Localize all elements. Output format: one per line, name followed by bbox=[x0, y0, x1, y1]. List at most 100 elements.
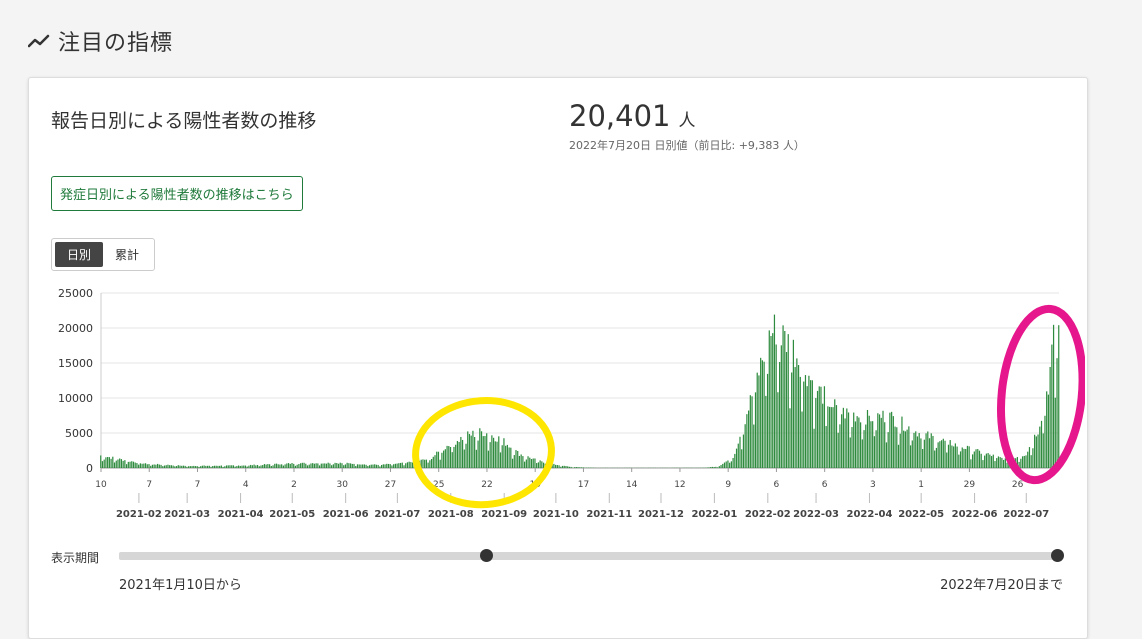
bar bbox=[159, 465, 160, 468]
bar bbox=[176, 466, 177, 468]
bar bbox=[236, 466, 237, 468]
bar bbox=[767, 374, 768, 468]
bar bbox=[195, 466, 196, 468]
bar bbox=[491, 435, 492, 468]
period-slider-mid-handle[interactable] bbox=[480, 549, 493, 562]
bar bbox=[782, 325, 783, 468]
bar bbox=[250, 465, 251, 468]
bar bbox=[836, 405, 837, 468]
bar bbox=[500, 452, 501, 468]
bar bbox=[519, 456, 520, 468]
bar bbox=[529, 458, 530, 468]
bar bbox=[831, 407, 832, 468]
bar bbox=[405, 463, 406, 468]
bar bbox=[1050, 367, 1051, 468]
bar bbox=[912, 440, 913, 468]
bar bbox=[453, 447, 454, 468]
bar bbox=[969, 446, 970, 468]
chart-annotations bbox=[412, 305, 1085, 509]
bar bbox=[1034, 435, 1035, 468]
toggle-cumulative[interactable]: 累計 bbox=[103, 242, 151, 267]
bar bbox=[793, 340, 794, 468]
bar bbox=[429, 460, 430, 468]
bar bbox=[557, 465, 558, 468]
y-tick-label: 25000 bbox=[58, 287, 93, 300]
period-slider-end-handle[interactable] bbox=[1051, 549, 1064, 562]
bar bbox=[801, 412, 802, 468]
bar bbox=[776, 345, 777, 469]
x-month-tick-label: 2021-08 bbox=[428, 509, 474, 520]
bar bbox=[824, 386, 825, 468]
bar bbox=[574, 467, 575, 468]
period-slider[interactable] bbox=[119, 552, 1059, 560]
bar bbox=[457, 441, 458, 468]
bar bbox=[409, 462, 410, 468]
bar bbox=[531, 459, 532, 468]
bar bbox=[331, 465, 332, 468]
bar bbox=[171, 465, 172, 468]
bar bbox=[867, 410, 868, 468]
bar bbox=[272, 465, 273, 468]
bar bbox=[731, 461, 732, 468]
bar bbox=[160, 465, 161, 468]
bar bbox=[567, 466, 568, 468]
y-tick-label: 20000 bbox=[58, 322, 93, 335]
bar bbox=[298, 464, 299, 468]
bar bbox=[383, 464, 384, 468]
x-day-tick-label: 3 bbox=[870, 480, 876, 490]
bar bbox=[970, 459, 971, 468]
pink-highlight-circle bbox=[993, 305, 1085, 484]
bar bbox=[324, 463, 325, 468]
bar bbox=[509, 447, 510, 468]
bar bbox=[217, 466, 218, 468]
bar bbox=[328, 463, 329, 468]
bar bbox=[359, 464, 360, 468]
bar bbox=[913, 433, 914, 468]
bar bbox=[334, 463, 335, 468]
bar bbox=[534, 458, 535, 468]
bar bbox=[772, 333, 773, 468]
bar bbox=[173, 466, 174, 468]
bar bbox=[955, 443, 956, 468]
bar bbox=[1027, 452, 1028, 468]
bar bbox=[167, 465, 168, 468]
bar bbox=[927, 431, 928, 468]
bar bbox=[488, 451, 489, 468]
bar bbox=[788, 334, 789, 468]
bar bbox=[252, 465, 253, 468]
bar bbox=[231, 465, 232, 468]
bar bbox=[465, 444, 466, 468]
bar bbox=[907, 430, 908, 468]
bar bbox=[1043, 433, 1044, 468]
bar bbox=[982, 460, 983, 468]
bar bbox=[583, 467, 584, 468]
bar bbox=[891, 412, 892, 468]
bar bbox=[808, 376, 809, 468]
x-day-tick-label: 7 bbox=[195, 480, 201, 490]
y-tick-label: 15000 bbox=[58, 357, 93, 370]
toggle-daily[interactable]: 日別 bbox=[55, 242, 103, 267]
bar bbox=[762, 360, 763, 468]
x-month-tick-label: 2022-05 bbox=[898, 509, 944, 520]
bar bbox=[1037, 434, 1038, 468]
bar bbox=[188, 466, 189, 468]
bar bbox=[734, 454, 735, 468]
x-month-tick-label: 2021-09 bbox=[481, 509, 527, 520]
bar bbox=[803, 382, 804, 468]
bar bbox=[874, 436, 875, 468]
bar bbox=[141, 464, 142, 468]
x-day-tick-label: 6 bbox=[822, 480, 828, 490]
bar bbox=[524, 462, 525, 468]
bar bbox=[116, 461, 117, 468]
bar bbox=[138, 465, 139, 468]
bar bbox=[844, 418, 845, 468]
x-day-tick-label: 4 bbox=[243, 480, 249, 490]
bar bbox=[843, 408, 844, 468]
bar bbox=[398, 463, 399, 468]
bar bbox=[962, 447, 963, 468]
bar bbox=[378, 465, 379, 468]
x-month-tick-label: 2021-02 bbox=[116, 509, 162, 520]
x-day-tick-label: 12 bbox=[674, 480, 685, 490]
onset-date-link-button[interactable]: 発症日別による陽性者数の推移はこちら bbox=[51, 176, 303, 211]
bar bbox=[166, 465, 167, 468]
